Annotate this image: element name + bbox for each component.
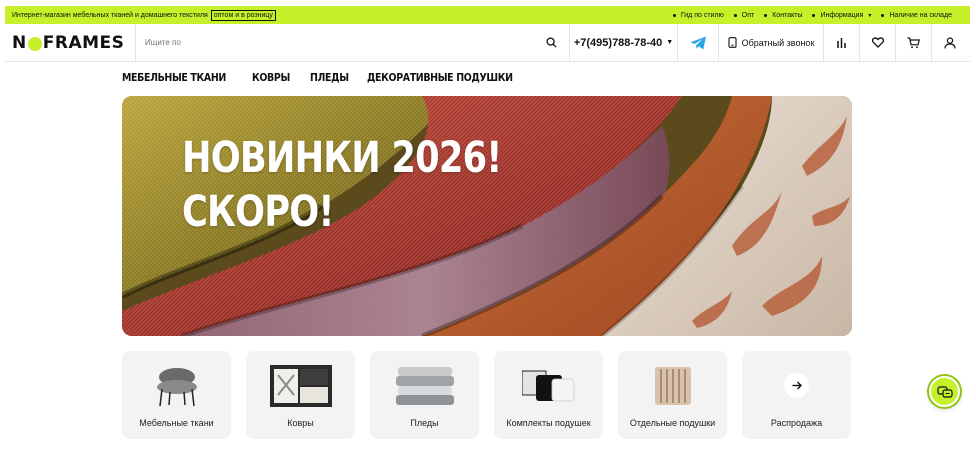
- pillow-image: [654, 367, 691, 405]
- category-nav: МЕБЕЛЬНЫЕ ТКАНИ КОВРЫ ПЛЕДЫ ДЕКОРАТИВНЫЕ…: [122, 72, 529, 84]
- site-logo[interactable]: N FRAMES: [5, 24, 136, 61]
- heart-icon: [871, 37, 884, 48]
- tile-rugs[interactable]: Ковры: [246, 351, 355, 439]
- bullet-icon: [881, 13, 885, 17]
- callback-button[interactable]: Обратный звонок: [719, 24, 824, 61]
- main-header: N FRAMES +7(495)788-78-40 ▼ Обратный звон…: [5, 24, 970, 62]
- phone-number: +7(495)788-78-40: [573, 36, 663, 49]
- wholesale-link[interactable]: Опт: [733, 11, 755, 19]
- style-guide-label: Гид по стилю: [680, 11, 724, 19]
- user-icon: [944, 36, 956, 49]
- chat-icon: [936, 385, 953, 398]
- tile-furniture-fabrics[interactable]: Мебельные ткани: [122, 351, 231, 439]
- chat-widget-button[interactable]: [929, 376, 960, 407]
- arrow-right-icon: [792, 381, 802, 390]
- top-links: Гид по стилю Опт Контакты Информация ▾ На…: [672, 11, 952, 19]
- armchair-image: [156, 368, 197, 407]
- search-bar: [136, 24, 570, 61]
- tile-single-pillows[interactable]: Отдельные подушки: [618, 351, 727, 439]
- tile-label: Ковры: [287, 418, 314, 428]
- search-icon[interactable]: [546, 37, 557, 48]
- tile-sale[interactable]: Распродажа: [742, 351, 851, 439]
- nav-rugs[interactable]: КОВРЫ: [252, 72, 290, 84]
- logo-rest: FRAMES: [42, 32, 125, 53]
- wholesale-retail-badge: оптом и в розницу: [210, 9, 276, 21]
- tile-label: Пледы: [410, 418, 439, 428]
- hero-banner[interactable]: НОВИНКИ 2026! СКОРО!: [122, 96, 852, 336]
- banner-line-1: НОВИНКИ 2026!: [182, 133, 502, 183]
- rug-image: [269, 365, 332, 407]
- bullet-icon: [733, 13, 737, 17]
- nav-furniture-fabrics[interactable]: МЕБЕЛЬНЫЕ ТКАНИ: [122, 72, 226, 84]
- callback-label: Обратный звонок: [741, 37, 815, 48]
- info-label: Информация: [820, 11, 864, 19]
- tile-label: Отдельные подушки: [629, 418, 716, 428]
- logo-letter-n: N: [12, 32, 27, 53]
- account-button[interactable]: [932, 24, 968, 61]
- caret-down-icon: ▾: [868, 12, 872, 19]
- tile-label: Мебельные ткани: [139, 418, 214, 428]
- cart-button[interactable]: [896, 24, 932, 61]
- telegram-icon: [690, 36, 706, 49]
- tile-plaids[interactable]: Пледы: [370, 351, 479, 439]
- wholesale-label: Опт: [741, 11, 755, 19]
- contacts-link[interactable]: Контакты: [764, 12, 802, 19]
- search-input[interactable]: [145, 38, 515, 47]
- logo-o-mark: [27, 36, 42, 51]
- phone-icon: [728, 37, 737, 48]
- contacts-label: Контакты: [772, 11, 803, 19]
- cart-icon: [907, 36, 920, 48]
- nav-plaids[interactable]: ПЛЕДЫ: [310, 72, 349, 84]
- nav-decorative-pillows[interactable]: ДЕКОРАТИВНЫЕ ПОДУШКИ: [367, 72, 513, 84]
- pillow-set-image: [521, 370, 574, 402]
- style-guide-link[interactable]: Гид по стилю: [672, 11, 724, 19]
- banner-headline: НОВИНКИ 2026! СКОРО!: [182, 131, 502, 239]
- compare-icon: [837, 38, 846, 48]
- favorites-button[interactable]: [860, 24, 896, 61]
- bullet-icon: [812, 13, 816, 17]
- category-tiles: Мебельные ткани Ковры Пледы Комплекты по…: [122, 351, 851, 439]
- phone-dropdown[interactable]: +7(495)788-78-40 ▼: [570, 24, 678, 61]
- bullet-icon: [672, 13, 676, 17]
- sale-arrow-button[interactable]: [784, 373, 809, 398]
- caret-down-icon: ▼: [666, 39, 674, 46]
- compare-button[interactable]: [824, 24, 860, 61]
- telegram-button[interactable]: [678, 24, 719, 61]
- info-dropdown[interactable]: Информация ▾: [812, 12, 871, 19]
- stock-link[interactable]: Наличие на складе: [881, 12, 952, 19]
- store-tagline: Интернет-магазин мебельных тканей и дома…: [12, 11, 208, 19]
- top-info-bar: Интернет-магазин мебельных тканей и дома…: [5, 6, 970, 24]
- stock-label: Наличие на складе: [889, 11, 952, 19]
- banner-line-2: СКОРО!: [182, 187, 334, 237]
- blankets-image: [395, 367, 454, 405]
- tile-label: Распродажа: [770, 418, 823, 428]
- tile-label: Комплекты подушек: [506, 418, 591, 428]
- tile-pillow-sets[interactable]: Комплекты подушек: [494, 351, 603, 439]
- bullet-icon: [764, 13, 768, 17]
